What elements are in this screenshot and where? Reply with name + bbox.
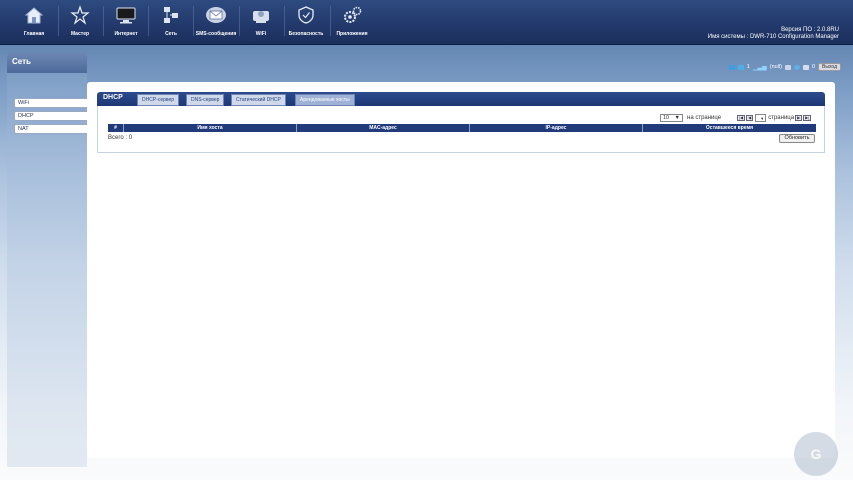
per-page-value: 10 <box>663 115 670 121</box>
top-nav-bar: Главная Мастер Интернет Сеть SMS-сообщен… <box>0 0 853 45</box>
chevron-down-icon: ▼ <box>760 116 765 121</box>
nav-apps[interactable]: Приложения <box>330 4 374 42</box>
wizard-icon <box>69 4 91 26</box>
globe-icon <box>793 64 800 70</box>
shield-icon <box>295 4 317 26</box>
nav-wizard[interactable]: Мастер <box>58 4 102 42</box>
main-content: DHCP DHCP-сервер DNS-сервер Статический … <box>87 82 835 458</box>
column-header[interactable]: MAC-адрес <box>297 124 470 132</box>
firmware-version: Версия ПО : 2.0.8RU <box>781 27 839 33</box>
column-header[interactable]: Оставшееся время <box>643 124 816 132</box>
system-name: Имя системы : DWR-710 Configuration Mana… <box>707 34 839 40</box>
signal-icon: ▁▃▅ <box>752 64 767 71</box>
nav-home[interactable]: Главная <box>12 4 56 42</box>
nav-label: WiFi <box>255 31 267 37</box>
tab-dns-server[interactable]: DNS-сервер <box>186 94 225 106</box>
counter-icon <box>802 64 809 70</box>
gears-icon <box>341 4 363 26</box>
sidebar-item-dhcp[interactable]: DHCP <box>14 111 89 121</box>
prev-page-button[interactable]: ◀ <box>746 115 754 121</box>
sidebar-item-nat[interactable]: NAT <box>14 124 89 134</box>
nav-sms[interactable]: SMS-сообщения <box>194 4 238 42</box>
dhcp-header: DHCP DHCP-сервер DNS-сервер Статический … <box>97 92 825 106</box>
refresh-button[interactable]: Обновить <box>779 134 815 143</box>
column-header[interactable]: # <box>108 124 124 132</box>
signal-text: (null) <box>769 64 782 70</box>
envelope-icon <box>205 4 227 26</box>
chevron-down-icon: ▼ <box>674 115 680 121</box>
page-select[interactable]: ▼ <box>755 114 767 122</box>
per-page-label: на странице <box>687 115 722 121</box>
device-icon <box>784 64 791 70</box>
tab-dhcp-server[interactable]: DHCP-сервер <box>137 94 180 106</box>
column-header[interactable]: IP-адрес <box>470 124 643 132</box>
network-icon <box>160 4 182 26</box>
home-icon <box>23 4 45 26</box>
network-status-icon <box>728 64 735 70</box>
first-page-button[interactable]: |◀ <box>737 115 746 121</box>
watermark-logo: G <box>794 432 838 476</box>
per-page-select[interactable]: 10 ▼ <box>660 114 683 122</box>
logout-button[interactable]: Выход <box>818 63 841 71</box>
page-label: страница <box>768 115 795 121</box>
sidebar-item-wifi[interactable]: WiFi <box>14 98 89 108</box>
counter-value: 0 <box>811 64 816 70</box>
dhcp-title: DHCP <box>103 94 123 101</box>
total-count: Всего : 0 <box>108 135 133 141</box>
sms-icon[interactable] <box>737 64 744 70</box>
sms-count: 1 <box>746 64 750 70</box>
next-page-button[interactable]: ▶ <box>795 115 803 121</box>
page-control: |◀ ◀ ▼ страница ▶ ▶| <box>736 114 812 122</box>
table-header: # Имя хоста MAC-адрес IP-адрес Оставшеес… <box>108 124 816 132</box>
nav-security[interactable]: Безопасность <box>284 4 328 42</box>
nav-label: Главная <box>23 31 45 37</box>
last-page-button[interactable]: ▶| <box>803 115 812 121</box>
monitor-icon <box>115 4 137 26</box>
nav-label: Сеть <box>165 31 177 37</box>
nav-network[interactable]: Сеть <box>149 4 193 42</box>
nav-label: Мастер <box>70 31 90 37</box>
nav-label: Приложения <box>336 31 368 37</box>
nav-label: SMS-сообщения <box>195 31 237 37</box>
tab-leased-hosts[interactable]: Арендованные хосты <box>295 94 355 106</box>
nav-internet[interactable]: Интернет <box>104 4 148 42</box>
tab-static-dhcp[interactable]: Статический DHCP <box>231 94 286 106</box>
nav-label: Интернет <box>114 31 138 37</box>
wifi-icon <box>250 4 272 26</box>
per-page-control: 10 ▼ на странице <box>660 114 721 122</box>
sidebar-title: Сеть <box>7 53 87 73</box>
firmware-info: Версия ПО : 2.0.8RU Имя системы : DWR-71… <box>708 27 839 41</box>
nav-wifi[interactable]: WiFi <box>239 4 283 42</box>
column-header[interactable]: Имя хоста <box>124 124 297 132</box>
nav-label: Безопасность <box>288 31 324 37</box>
status-bar: 1 ▁▃▅ (null) 0 Выход <box>728 62 841 72</box>
